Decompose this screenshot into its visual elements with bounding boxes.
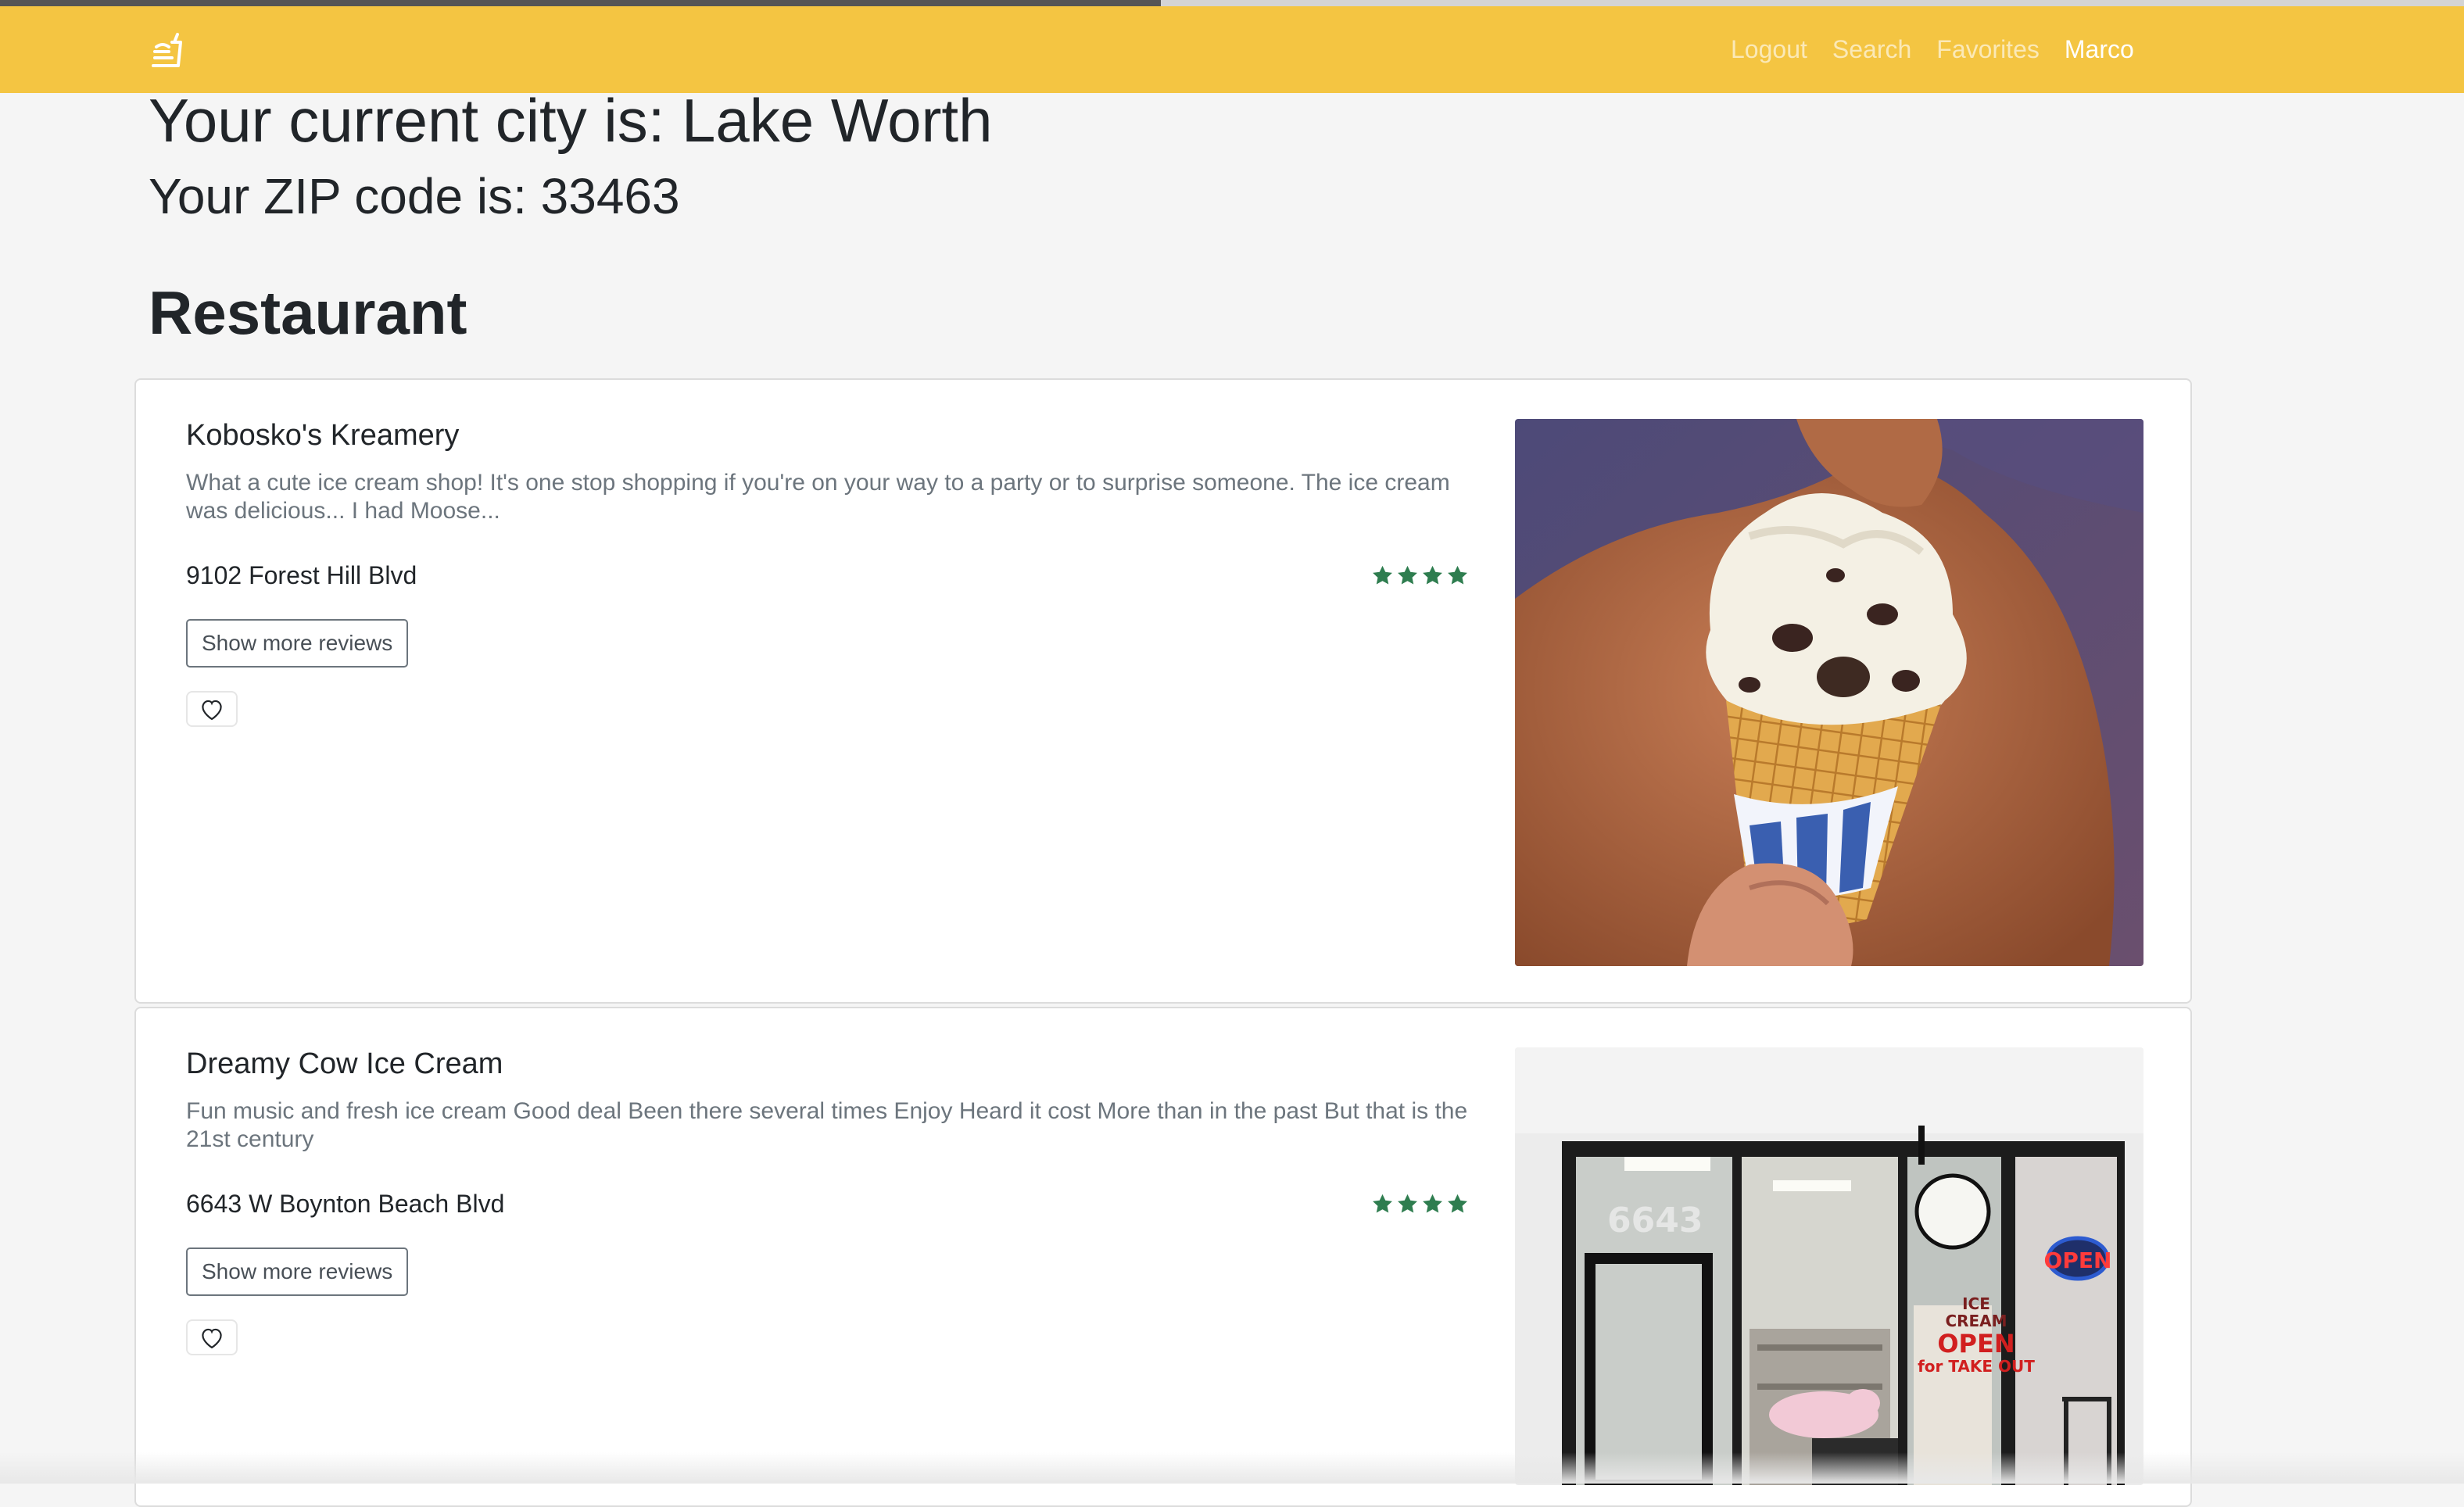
star-icon: [1373, 1194, 1392, 1213]
nav-links: Logout Search Favorites Marco: [1731, 6, 2134, 93]
rating-stars: [1371, 564, 1469, 587]
store-number: 6643: [1607, 1201, 1703, 1240]
heart-outline-icon: [202, 700, 222, 721]
browser-top-strip: [0, 0, 2464, 6]
restaurant-name: Kobosko's Kreamery: [186, 419, 460, 452]
open-neon-sign: OPEN: [2044, 1247, 2112, 1273]
navbar: Logout Search Favorites Marco: [0, 6, 2464, 93]
restaurant-photo: [1515, 419, 2143, 966]
window-decal-line: ICE: [1962, 1294, 1990, 1313]
restaurant-review: Fun music and fresh ice cream Good deal …: [186, 1098, 1468, 1152]
star-icon: [1448, 1194, 1467, 1213]
window-decal-line: CREAM: [1945, 1312, 2007, 1330]
section-title: Restaurant: [149, 278, 467, 347]
rating-stars: [1371, 1193, 1469, 1215]
show-more-reviews-button[interactable]: Show more reviews: [186, 1247, 409, 1296]
nav-logout-link[interactable]: Logout: [1731, 35, 1807, 64]
favorite-button[interactable]: [186, 691, 238, 727]
browser-progress-bar: [0, 0, 1161, 6]
star-icon: [1398, 1194, 1417, 1213]
nav-favorites-link[interactable]: Favorites: [1936, 35, 2040, 64]
window-decal-line: OPEN: [1937, 1329, 2015, 1358]
star-icon: [1423, 565, 1442, 585]
zip-code-heading: Your ZIP code is: 33463: [149, 168, 680, 224]
restaurant-address: 6643 W Boynton Beach Blvd: [186, 1190, 505, 1218]
restaurant-address: 9102 Forest Hill Blvd: [186, 561, 417, 589]
favorite-button[interactable]: [186, 1319, 238, 1355]
restaurant-photo: 6643 OPEN ICE CREAM OPEN for TAKE OUT: [1515, 1047, 2143, 1485]
brand-logo-icon[interactable]: [149, 31, 188, 70]
restaurant-name: Dreamy Cow Ice Cream: [186, 1047, 503, 1080]
bottom-fade: [0, 1452, 2464, 1484]
heart-outline-icon: [202, 1328, 222, 1349]
star-icon: [1373, 565, 1392, 585]
restaurant-review: What a cute ice cream shop! It's one sto…: [186, 470, 1450, 524]
restaurant-card: Dreamy Cow Ice Cream Fun music and fresh…: [134, 1007, 2192, 1507]
nav-search-link[interactable]: Search: [1832, 35, 1911, 64]
window-decal-line: for TAKE OUT: [1918, 1357, 2035, 1376]
star-icon: [1398, 565, 1417, 585]
restaurant-card: Kobosko's Kreamery What a cute ice cream…: [134, 378, 2192, 1004]
show-more-reviews-button[interactable]: Show more reviews: [186, 619, 409, 668]
star-icon: [1448, 565, 1467, 585]
browser-progress-track: [1161, 0, 2464, 6]
star-icon: [1423, 1194, 1442, 1213]
current-city-heading: Your current city is: Lake Worth: [149, 86, 993, 155]
nav-user-link[interactable]: Marco: [2065, 35, 2134, 64]
